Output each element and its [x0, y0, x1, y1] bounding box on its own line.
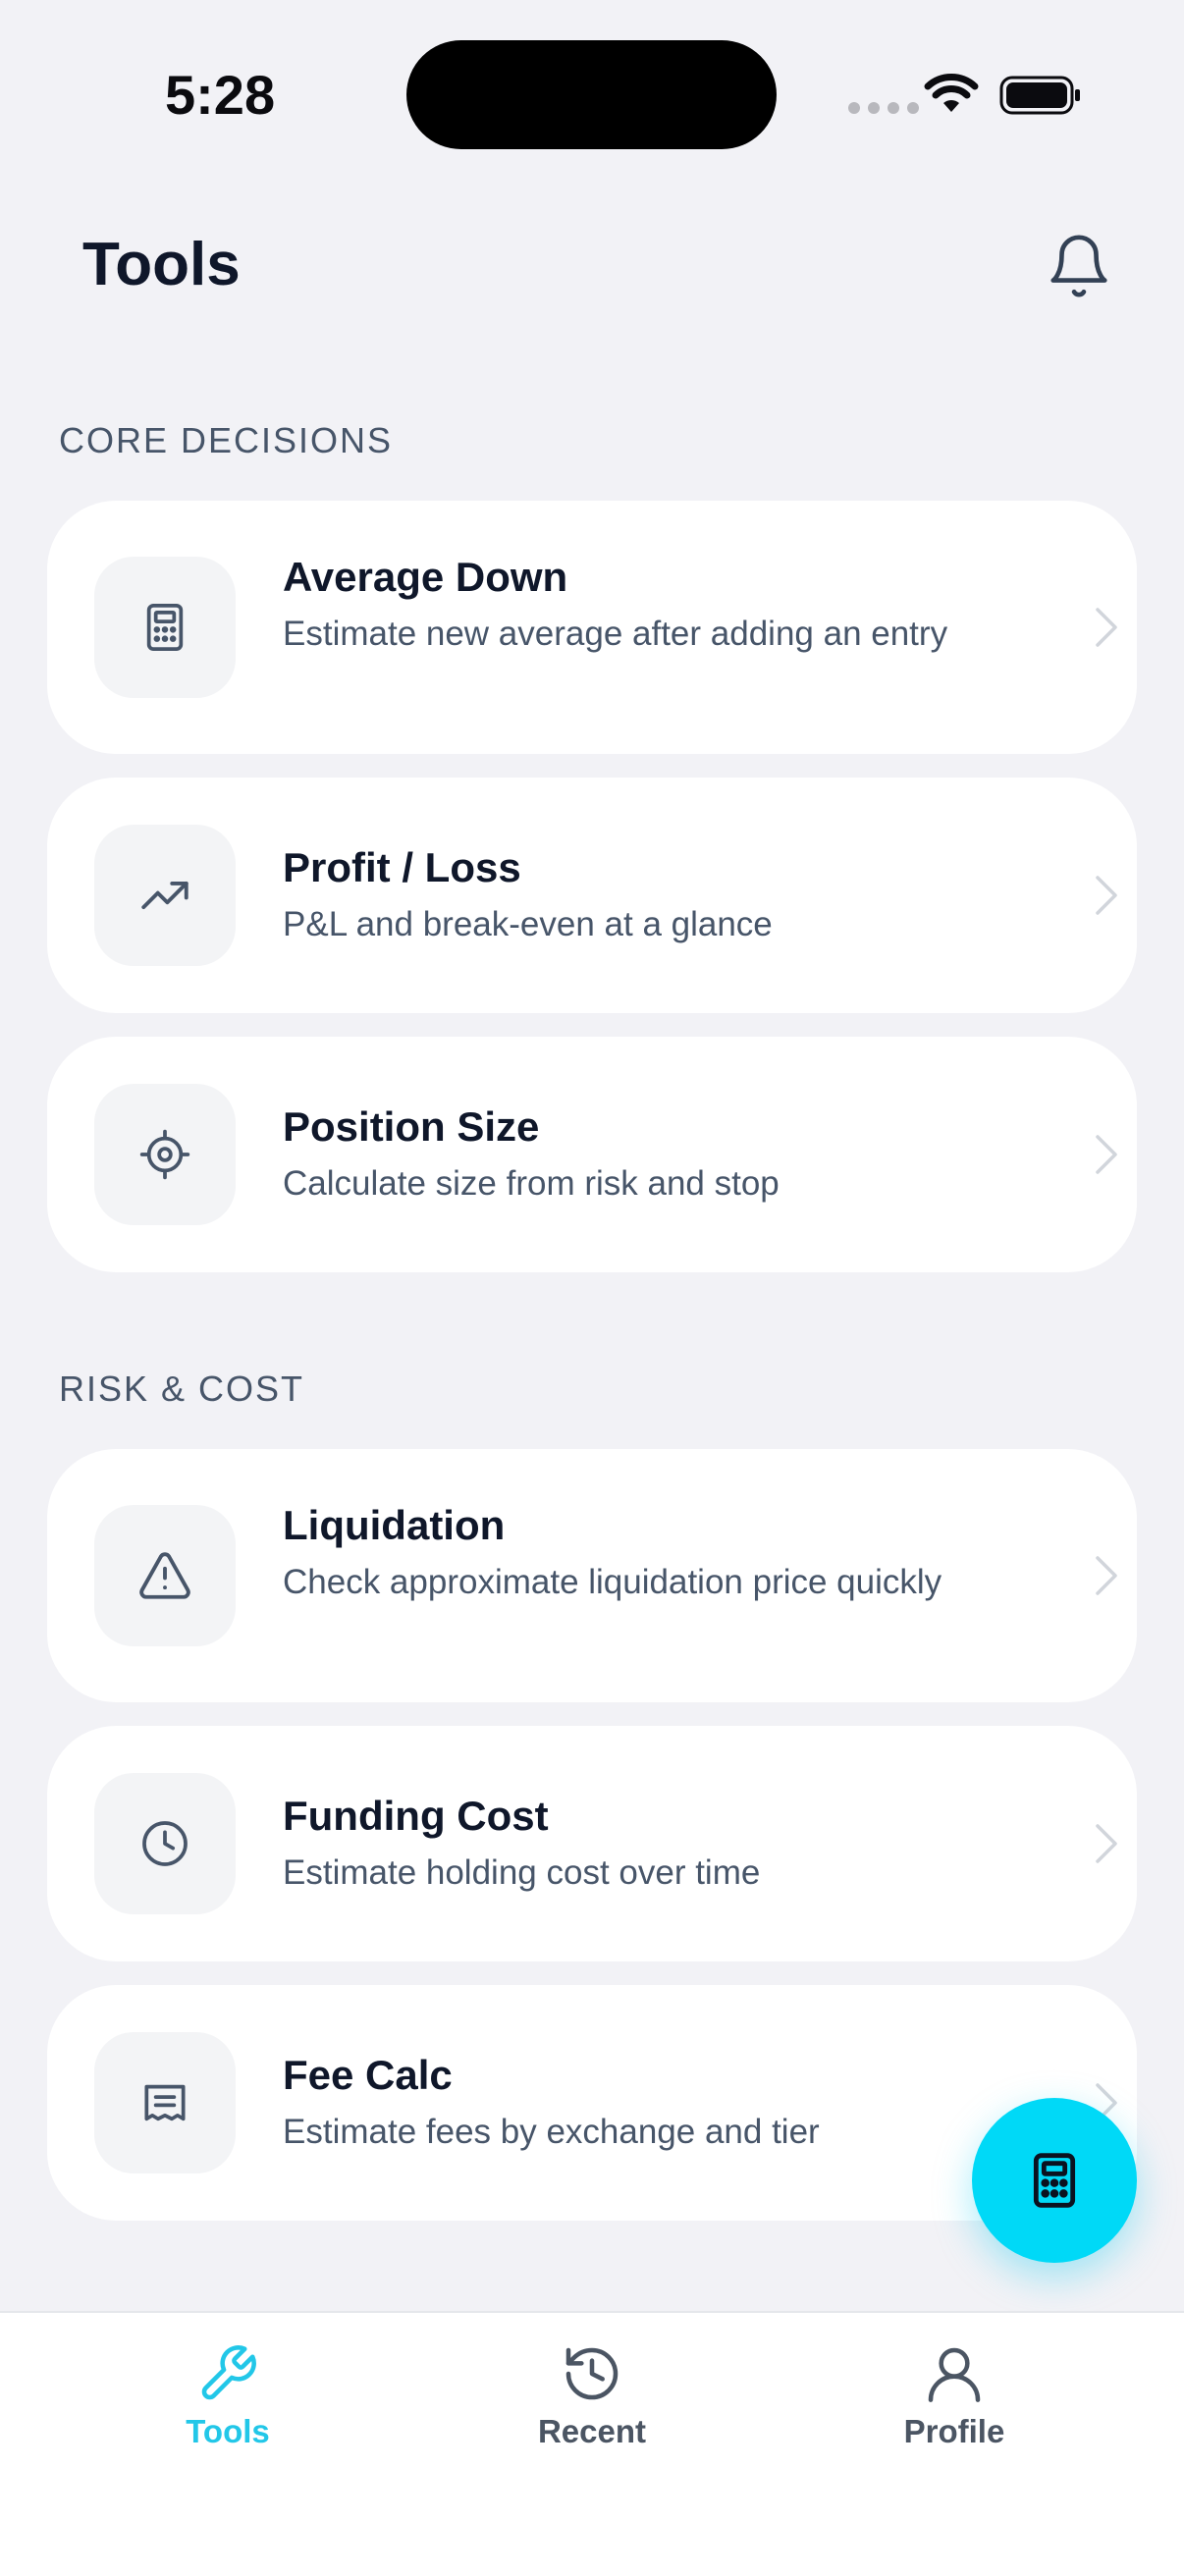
tool-description: Estimate fees by exchange and tier	[283, 2113, 820, 2151]
dynamic-island	[406, 40, 777, 149]
tool-card-liquidation[interactable]: Liquidation Check approximate liquidatio…	[47, 1449, 1137, 1702]
crosshair-icon	[94, 1084, 236, 1225]
tool-description: P&L and break-even at a glance	[283, 905, 773, 943]
tab-label: Recent	[537, 2413, 647, 2449]
wrench-icon	[201, 2345, 256, 2400]
trending-up-icon	[94, 825, 236, 966]
chevron-right-icon	[1096, 1824, 1117, 1863]
tool-card-funding-cost[interactable]: Funding Cost Estimate holding cost over …	[47, 1726, 1137, 1961]
tool-title: Fee Calc	[283, 2052, 453, 2098]
chevron-right-icon	[1096, 1556, 1117, 1595]
tab-label: Profile	[903, 2413, 1005, 2449]
tab-tools[interactable]: Tools	[110, 2342, 346, 2450]
tool-title: Position Size	[283, 1103, 540, 1150]
tool-card-position-size[interactable]: Position Size Calculate size from risk a…	[47, 1037, 1137, 1272]
tool-description: Calculate size from risk and stop	[283, 1164, 780, 1203]
history-icon	[565, 2347, 619, 2400]
tab-label: Tools	[186, 2413, 270, 2449]
tool-card-profit-loss[interactable]: Profit / Loss P&L and break-even at a gl…	[47, 778, 1137, 1013]
bottom-tab-bar: Tools Recent Profile	[0, 2311, 1184, 2576]
header: Tools	[0, 216, 1184, 314]
cellular-signal-icon	[848, 102, 919, 114]
chevron-right-icon	[1096, 876, 1117, 915]
tool-description: Estimate holding cost over time	[283, 1853, 761, 1892]
calculator-icon	[1033, 2153, 1076, 2208]
wifi-icon	[924, 74, 979, 112]
tool-card-average-down[interactable]: Average Down Estimate new average after …	[47, 501, 1137, 754]
tool-title: Liquidation	[283, 1502, 506, 1548]
receipt-icon	[94, 2032, 236, 2174]
chevron-right-icon	[1096, 608, 1117, 647]
section-label-core-decisions: CORE DECISIONS	[59, 420, 394, 460]
tab-recent[interactable]: Recent	[474, 2342, 710, 2450]
tab-profile[interactable]: Profile	[836, 2342, 1072, 2450]
bell-icon[interactable]	[1045, 232, 1113, 300]
status-bar: 5:28	[0, 0, 1184, 177]
calculator-fab-button[interactable]	[972, 2098, 1137, 2263]
tool-description: Check approximate liquidation price quic…	[283, 1563, 942, 1601]
page-title: Tools	[82, 231, 241, 298]
status-time: 5:28	[165, 64, 276, 126]
calculator-icon	[94, 557, 236, 698]
battery-icon	[999, 76, 1080, 115]
tool-title: Profit / Loss	[283, 844, 521, 890]
tool-title: Funding Cost	[283, 1793, 549, 1839]
tool-title: Average Down	[283, 554, 568, 600]
tool-description: Estimate new average after adding an ent…	[283, 615, 948, 653]
warning-icon	[94, 1505, 236, 1646]
user-icon	[928, 2347, 981, 2402]
section-label-risk-cost: RISK & COST	[59, 1368, 305, 1409]
clock-icon	[94, 1773, 236, 1914]
chevron-right-icon	[1096, 1135, 1117, 1174]
